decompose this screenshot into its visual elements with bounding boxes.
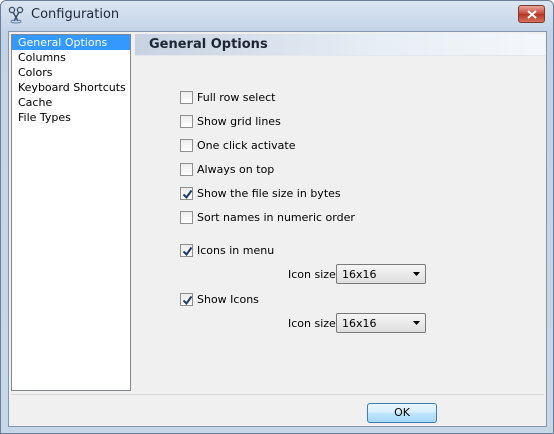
one-click-activate-label: One click activate (197, 138, 296, 152)
option-sort-numeric[interactable]: Sort names in numeric order (180, 209, 355, 225)
show-icons-label: Show Icons (197, 292, 259, 306)
option-show-file-size-bytes[interactable]: Show the file size in bytes (180, 185, 341, 201)
nav-item-colors[interactable]: Colors (12, 65, 130, 80)
nav-item-columns[interactable]: Columns (12, 50, 130, 65)
show-file-size-bytes-label: Show the file size in bytes (197, 186, 341, 200)
menu-icon-size-row: Icon size 16x16 (288, 264, 426, 284)
icon-size-select[interactable]: 16x16 (336, 313, 426, 333)
menu-icon-size-value: 16x16 (342, 268, 377, 281)
icon-size-value: 16x16 (342, 317, 377, 330)
option-full-row-select[interactable]: Full row select (180, 89, 276, 105)
icon-size-label: Icon size (288, 316, 336, 330)
chevron-down-icon (413, 272, 420, 276)
full-row-select-label: Full row select (197, 90, 276, 104)
close-button[interactable] (518, 5, 545, 23)
option-icons-in-menu[interactable]: Icons in menu (180, 242, 274, 258)
icons-in-menu-label: Icons in menu (197, 243, 275, 257)
always-on-top-label: Always on top (197, 162, 275, 176)
always-on-top-checkbox[interactable] (180, 162, 193, 176)
category-list[interactable]: General Options Columns Colors Keyboard … (11, 34, 131, 391)
option-show-icons[interactable]: Show Icons (180, 291, 259, 307)
close-icon (527, 10, 537, 19)
chevron-down-icon (413, 321, 420, 325)
check-icon (182, 246, 193, 256)
show-icons-checkbox[interactable] (180, 292, 193, 306)
nav-item-general-options[interactable]: General Options (12, 35, 130, 50)
option-show-grid-lines[interactable]: Show grid lines (180, 113, 281, 129)
full-row-select-checkbox[interactable] (180, 90, 193, 104)
panel-title: General Options (149, 37, 268, 52)
nav-item-cache[interactable]: Cache (12, 95, 130, 110)
nav-item-keyboard-shortcuts[interactable]: Keyboard Shortcuts (12, 80, 130, 95)
show-grid-lines-checkbox[interactable] (180, 114, 193, 128)
icon-size-row: Icon size 16x16 (288, 313, 426, 333)
check-icon (182, 189, 193, 199)
dialog-client-area: General Options Columns Colors Keyboard … (8, 31, 547, 427)
menu-icon-size-select[interactable]: 16x16 (336, 264, 426, 284)
sort-numeric-label: Sort names in numeric order (197, 210, 355, 224)
one-click-activate-checkbox[interactable] (180, 138, 193, 152)
sort-numeric-checkbox[interactable] (180, 210, 193, 224)
check-icon (182, 295, 193, 305)
configuration-window: Configuration General Options Columns Co… (0, 0, 554, 434)
option-one-click-activate[interactable]: One click activate (180, 137, 295, 153)
footer-divider (11, 394, 544, 395)
menu-icon-size-label: Icon size (288, 267, 336, 281)
show-grid-lines-label: Show grid lines (197, 114, 281, 128)
window-title: Configuration (31, 7, 120, 22)
nav-item-file-types[interactable]: File Types (12, 110, 130, 125)
panel-header: General Options (135, 34, 545, 56)
general-options-panel: General Options Full row select Show gri… (135, 34, 545, 391)
app-icon (8, 6, 24, 24)
ok-button[interactable]: OK (367, 403, 437, 423)
show-file-size-bytes-checkbox[interactable] (180, 186, 193, 200)
option-always-on-top[interactable]: Always on top (180, 161, 274, 177)
icons-in-menu-checkbox[interactable] (180, 243, 193, 257)
title-bar[interactable]: Configuration (1, 1, 553, 29)
